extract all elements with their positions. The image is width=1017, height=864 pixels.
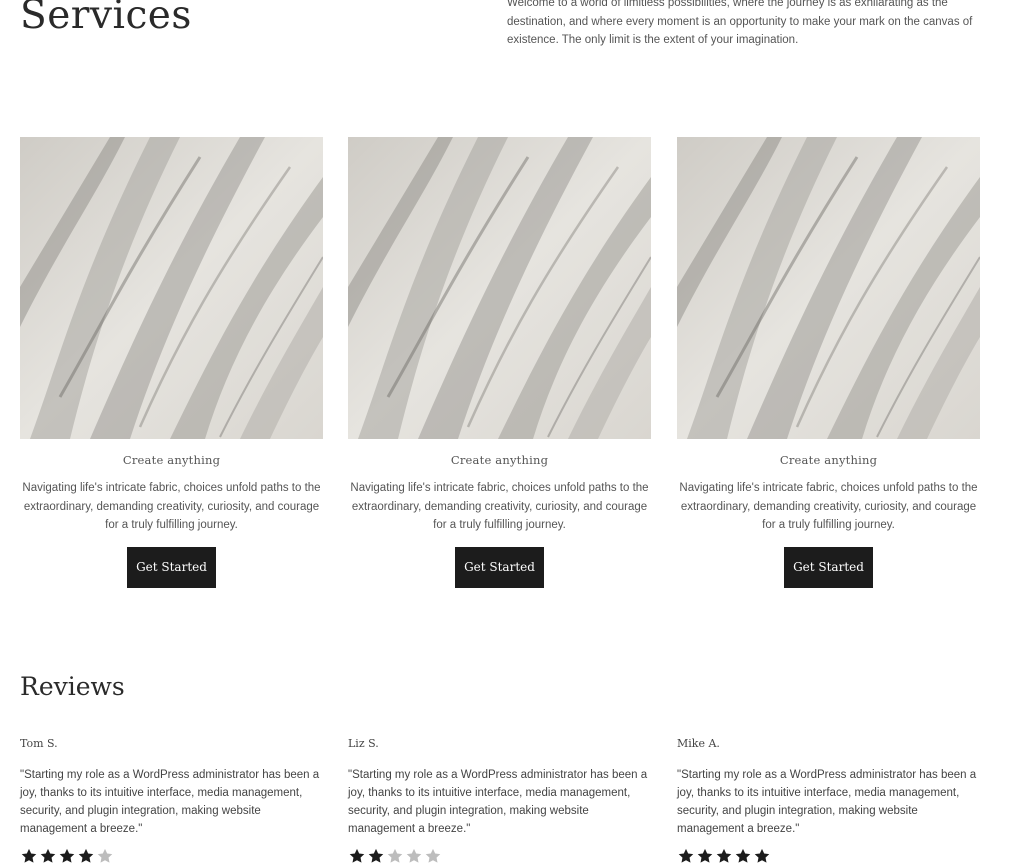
star-icon	[39, 847, 57, 864]
get-started-button[interactable]: Get Started	[127, 546, 216, 588]
star-icon	[367, 847, 385, 864]
service-card: Create anything Navigating life's intric…	[20, 137, 323, 588]
abstract-sand-texture-image	[20, 137, 323, 439]
service-card: Create anything Navigating life's intric…	[348, 137, 651, 588]
star-icon	[77, 847, 95, 864]
reviewer-name: Tom S.	[20, 737, 58, 750]
review-card: Tom S. "Starting my role as a WordPress …	[20, 736, 325, 864]
star-icon	[753, 847, 771, 864]
star-icon	[58, 847, 76, 864]
star-icon	[96, 847, 114, 864]
review-text: "Starting my role as a WordPress adminis…	[20, 769, 320, 835]
get-started-button[interactable]: Get Started	[455, 546, 544, 588]
review-text: "Starting my role as a WordPress adminis…	[677, 769, 977, 835]
page: Services Welcome to a world of limitless…	[0, 0, 1017, 864]
star-icon	[348, 847, 366, 864]
services-intro-text: Welcome to a world of limitless possibil…	[507, 0, 973, 46]
star-icon	[734, 847, 752, 864]
star-icon	[20, 847, 38, 864]
reviewer-name: Mike A.	[677, 737, 720, 750]
star-icon	[424, 847, 442, 864]
reviews-heading: Reviews	[20, 672, 125, 701]
review-card: Liz S. "Starting my role as a WordPress …	[348, 736, 653, 864]
abstract-sand-texture-image	[348, 137, 651, 439]
star-icon	[696, 847, 714, 864]
service-image	[677, 137, 980, 439]
service-card-description: Navigating life's intricate fabric, choi…	[22, 482, 321, 531]
review-card: Mike A. "Starting my role as a WordPress…	[677, 736, 982, 864]
star-rating	[20, 847, 325, 864]
service-card-description: Navigating life's intricate fabric, choi…	[679, 482, 978, 531]
star-rating	[348, 847, 653, 864]
reviewer-name: Liz S.	[348, 737, 379, 750]
service-card: Create anything Navigating life's intric…	[677, 137, 980, 588]
service-image	[20, 137, 323, 439]
star-icon	[386, 847, 404, 864]
star-icon	[677, 847, 695, 864]
service-card-title: Create anything	[450, 453, 549, 467]
service-card-description: Navigating life's intricate fabric, choi…	[350, 482, 649, 531]
service-card-title: Create anything	[779, 453, 878, 467]
service-card-title: Create anything	[122, 453, 221, 467]
star-rating	[677, 847, 982, 864]
star-icon	[715, 847, 733, 864]
service-image	[348, 137, 651, 439]
get-started-button[interactable]: Get Started	[784, 546, 873, 588]
abstract-sand-texture-image	[677, 137, 980, 439]
star-icon	[405, 847, 423, 864]
review-text: "Starting my role as a WordPress adminis…	[348, 769, 648, 835]
services-heading: Services	[20, 0, 192, 38]
